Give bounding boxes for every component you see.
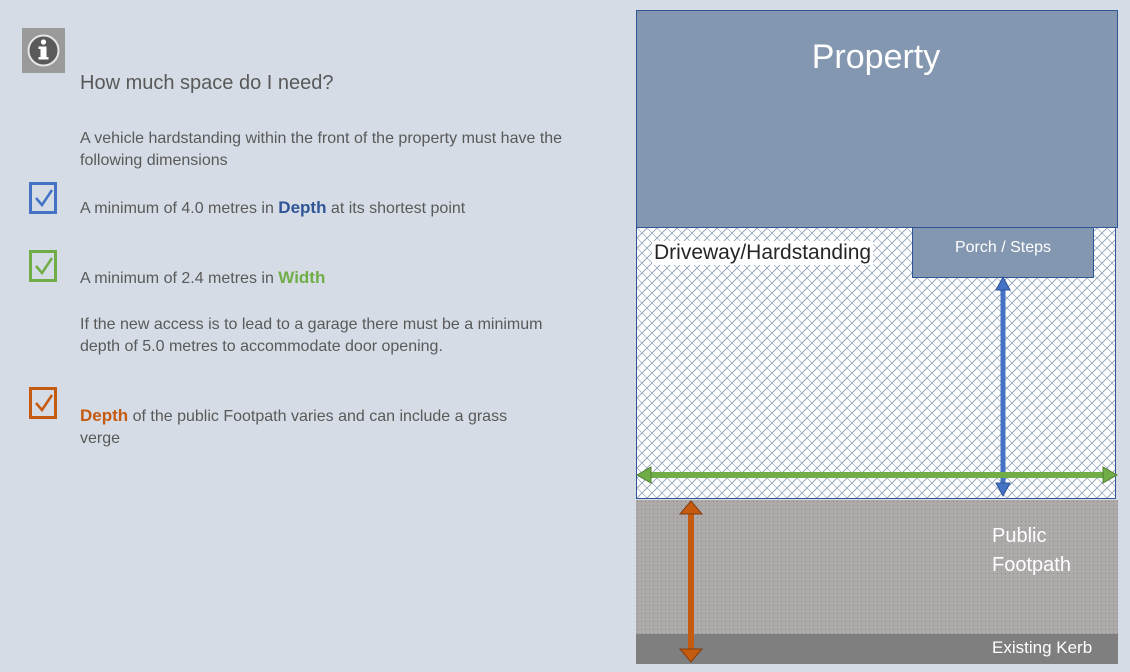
depth-arrow	[995, 275, 1011, 498]
footpath-depth-arrow	[678, 500, 704, 663]
width-arrow	[635, 466, 1119, 484]
dimension-arrows	[635, 275, 1119, 663]
